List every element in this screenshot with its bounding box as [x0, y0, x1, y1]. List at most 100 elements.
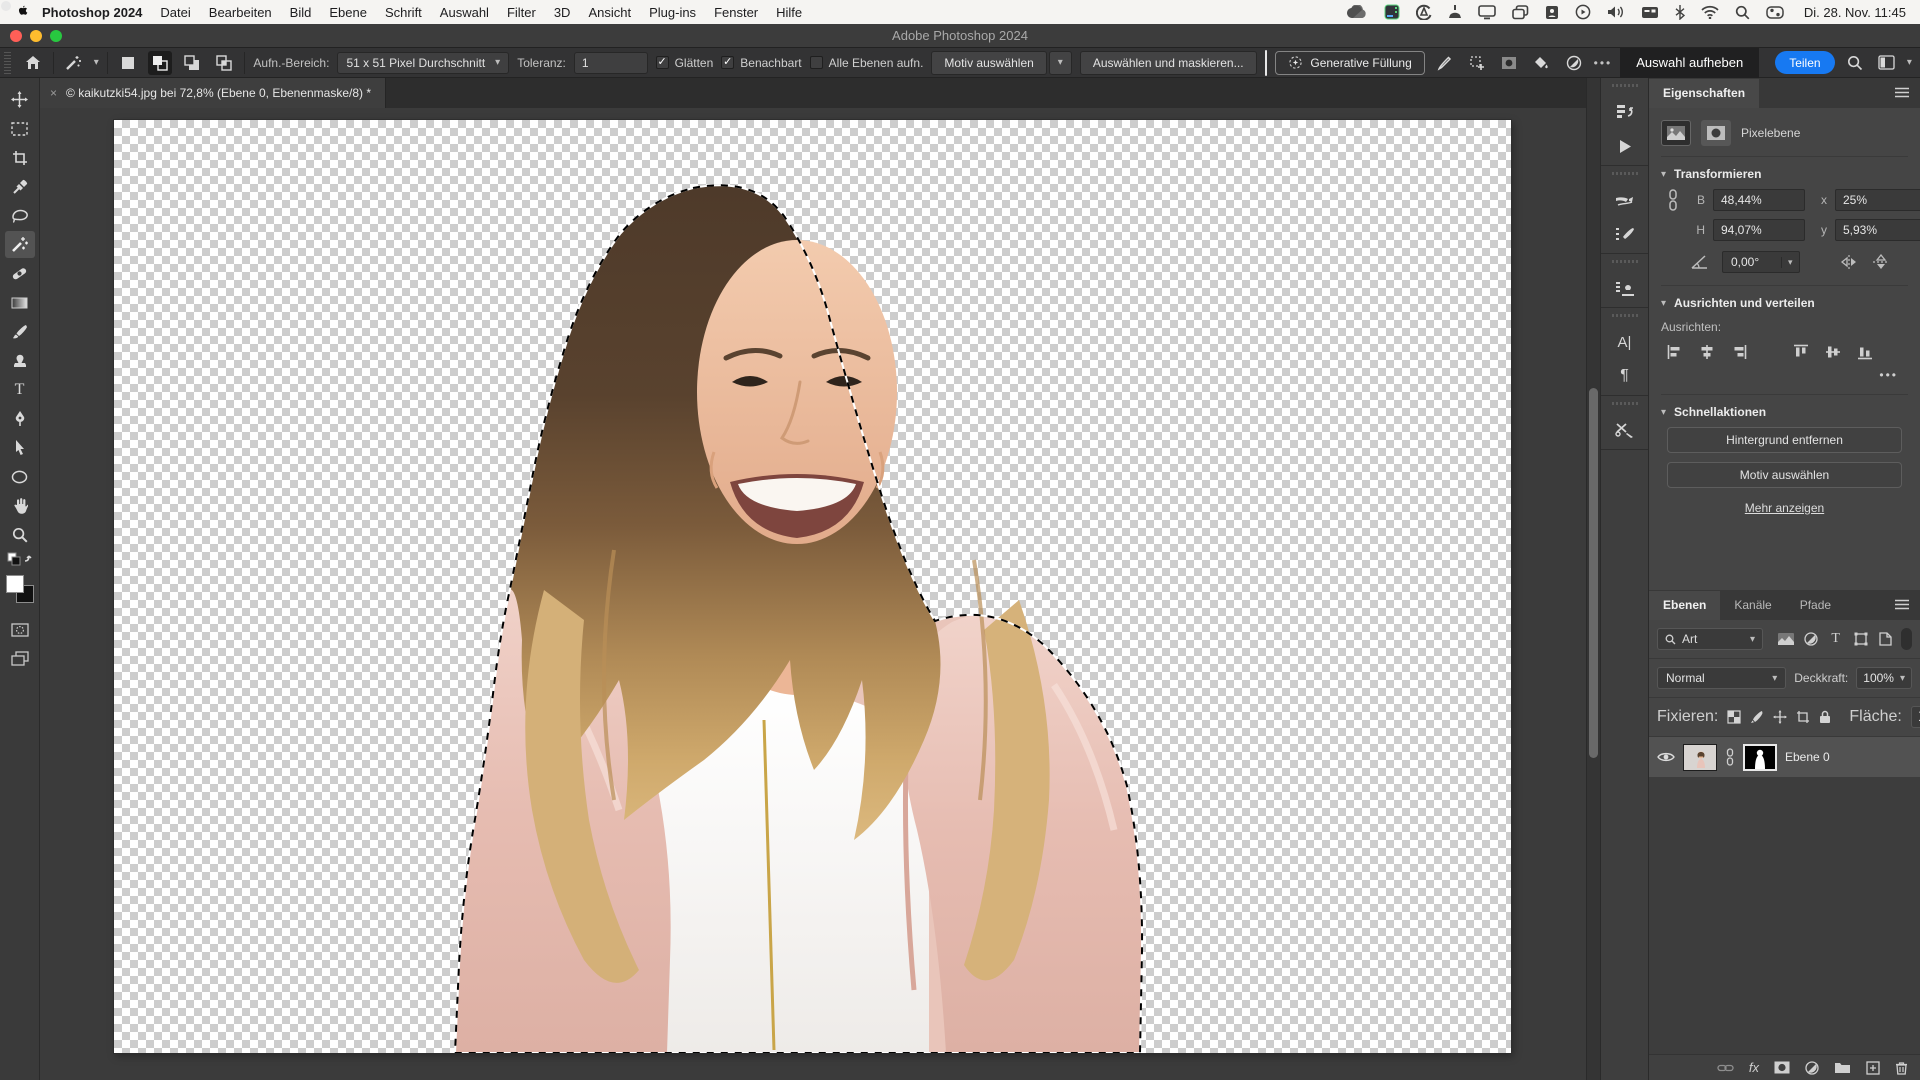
align-right-icon[interactable]: [1731, 344, 1747, 360]
paragraph-icon[interactable]: ¶: [1611, 365, 1639, 387]
y-input[interactable]: 5,93%: [1835, 219, 1920, 241]
x-input[interactable]: 25%: [1835, 189, 1920, 211]
menu-plugins[interactable]: Plug-ins: [640, 5, 705, 20]
lasso-tool[interactable]: [5, 202, 35, 229]
lock-pixels-icon[interactable]: [1750, 710, 1764, 724]
layer-name[interactable]: Ebene 0: [1785, 750, 1830, 764]
swap-colors-icon[interactable]: [5, 550, 35, 568]
layer-row[interactable]: Ebene 0: [1649, 737, 1920, 777]
brush-settings-icon[interactable]: [1611, 223, 1639, 245]
width-input[interactable]: 48,44%: [1713, 189, 1805, 211]
select-subject-button[interactable]: Motiv auswählen: [931, 50, 1047, 75]
remove-background-button[interactable]: Hintergrund entfernen: [1667, 427, 1902, 453]
align-section-header[interactable]: ▾ Ausrichten und verteilen: [1661, 286, 1908, 318]
menu-bearbeiten[interactable]: Bearbeiten: [200, 5, 281, 20]
quick-actions-header[interactable]: ▾ Schnellaktionen: [1661, 395, 1908, 427]
adjust-brush-icon[interactable]: [1433, 51, 1457, 75]
clone-stamp-tool[interactable]: [5, 347, 35, 374]
tolerance-input[interactable]: 1: [573, 51, 648, 74]
selection-new-icon[interactable]: [116, 51, 140, 75]
healing-tool[interactable]: [5, 260, 35, 287]
workspace-chevron-icon[interactable]: ▾: [1907, 57, 1912, 68]
align-center-v-icon[interactable]: [1825, 344, 1841, 360]
magic-wand-tool[interactable]: [4, 231, 35, 258]
brush-tool[interactable]: [5, 318, 35, 345]
tool-preset-chevron-icon[interactable]: ▾: [94, 57, 99, 68]
clone-source-icon[interactable]: [1611, 277, 1639, 299]
add-selection-icon[interactable]: [1465, 51, 1489, 75]
menu-app[interactable]: Photoshop 2024: [33, 5, 151, 20]
panel-menu-icon[interactable]: [1894, 87, 1910, 98]
close-window-button[interactable]: [10, 30, 22, 42]
options-grip[interactable]: [4, 51, 11, 74]
fill-input[interactable]: 100% ▾: [1910, 706, 1920, 728]
sample-size-select[interactable]: 51 x 51 Pixel Durchschnitt ▾: [337, 51, 510, 74]
filter-smartobject-icon[interactable]: [1876, 632, 1894, 646]
tab-pfade[interactable]: Pfade: [1786, 591, 1845, 620]
vertical-scrollbar-thumb[interactable]: [1589, 388, 1598, 758]
pixel-layer-thumb-icon[interactable]: [1661, 120, 1691, 146]
filter-shape-icon[interactable]: [1852, 632, 1870, 646]
zoom-tool[interactable]: [5, 521, 35, 548]
lock-position-icon[interactable]: [1773, 710, 1788, 724]
mask-icon[interactable]: [1497, 51, 1521, 75]
layer-filter-select[interactable]: Art ▾: [1657, 628, 1763, 650]
menu-filter[interactable]: Filter: [498, 5, 545, 20]
path-select-tool[interactable]: [5, 434, 35, 461]
height-input[interactable]: 94,07%: [1713, 219, 1805, 241]
move-tool[interactable]: [5, 86, 35, 113]
selection-intersect-icon[interactable]: [212, 51, 236, 75]
align-more-icon[interactable]: •••: [1661, 362, 1908, 394]
new-layer-icon[interactable]: [1866, 1060, 1880, 1075]
control-center-icon[interactable]: [1766, 5, 1784, 19]
angle-input[interactable]: 0,00° ▾: [1722, 251, 1800, 273]
add-mask-icon[interactable]: [1774, 1061, 1790, 1074]
wifi-icon[interactable]: [1701, 5, 1719, 19]
lock-all-icon[interactable]: [1819, 710, 1831, 724]
play-circle-icon[interactable]: [1575, 4, 1591, 20]
align-left-icon[interactable]: [1667, 344, 1683, 360]
stack-icon[interactable]: [1512, 4, 1529, 20]
keyboard-icon[interactable]: [1641, 6, 1659, 19]
search-icon[interactable]: [1735, 5, 1750, 20]
gradient-tool[interactable]: [5, 289, 35, 316]
fill-bucket-icon[interactable]: [1529, 51, 1553, 75]
screen-mode-icon[interactable]: [5, 645, 35, 672]
display-icon[interactable]: [1478, 4, 1496, 20]
crop-tool[interactable]: [5, 144, 35, 171]
menu-ansicht[interactable]: Ansicht: [579, 5, 640, 20]
document-canvas[interactable]: [114, 120, 1511, 1053]
select-subject-chevron[interactable]: ▾: [1048, 50, 1072, 75]
hand-tool[interactable]: [5, 492, 35, 519]
spray-icon[interactable]: [1448, 4, 1462, 20]
tab-ebenen[interactable]: Ebenen: [1649, 591, 1721, 620]
align-center-h-icon[interactable]: [1699, 344, 1715, 360]
link-dimensions-icon[interactable]: [1667, 189, 1683, 211]
select-subject-quick-button[interactable]: Motiv auswählen: [1667, 462, 1902, 488]
chevron-down-icon[interactable]: ▾: [1781, 256, 1799, 268]
delete-layer-icon[interactable]: [1895, 1061, 1908, 1075]
menu-ebene[interactable]: Ebene: [320, 5, 376, 20]
menu-fenster[interactable]: Fenster: [705, 5, 767, 20]
canvas-area[interactable]: [40, 108, 1586, 1080]
filter-pixel-icon[interactable]: [1777, 633, 1795, 645]
panel-menu-icon[interactable]: [1894, 599, 1910, 610]
search-icon[interactable]: [1843, 51, 1867, 75]
menubar-clock[interactable]: Di. 28. Nov. 11:45: [1800, 5, 1906, 20]
contiguous-checkbox[interactable]: Benachbart: [721, 56, 802, 70]
character-icon[interactable]: A|: [1611, 331, 1639, 353]
show-more-link[interactable]: Mehr anzeigen: [1661, 497, 1908, 529]
flip-vertical-icon[interactable]: [1872, 254, 1890, 270]
foreground-background-swatches[interactable]: [5, 574, 35, 604]
zoom-window-button[interactable]: [50, 30, 62, 42]
eyedropper-tool[interactable]: [5, 173, 35, 200]
smooth-checkbox[interactable]: Glätten: [655, 56, 713, 70]
volume-icon[interactable]: [1607, 5, 1625, 19]
menu-hilfe[interactable]: Hilfe: [767, 5, 811, 20]
history-icon[interactable]: [1611, 101, 1639, 123]
lock-transparency-icon[interactable]: [1727, 710, 1741, 724]
shape-tool[interactable]: [5, 463, 35, 490]
apple-logo-icon[interactable]: [14, 4, 29, 20]
minimize-window-button[interactable]: [30, 30, 42, 42]
menu-auswahl[interactable]: Auswahl: [431, 5, 498, 20]
